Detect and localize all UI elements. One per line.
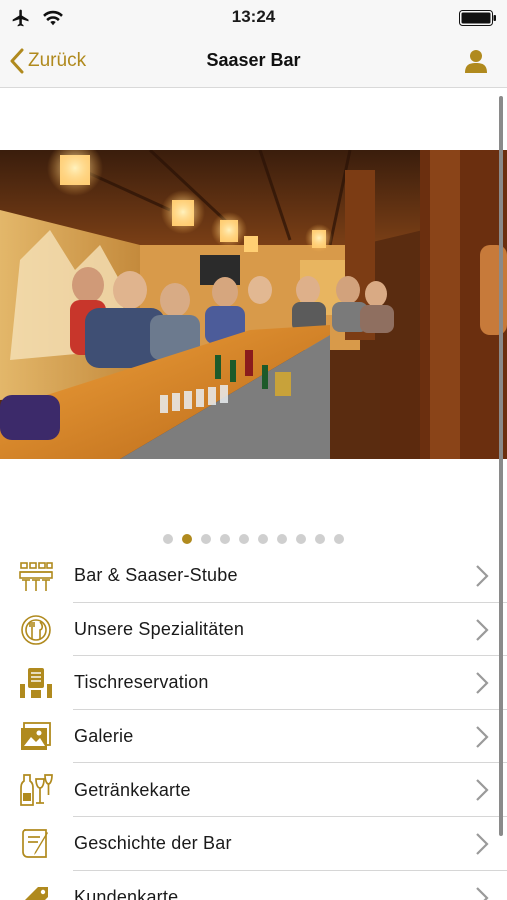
user-profile-icon[interactable] xyxy=(463,48,489,74)
menu-item-geschichte-der-bar[interactable]: Geschichte der Bar xyxy=(0,817,507,871)
menu-list: Bar & Saaser-Stube Unsere Spezialitäten … xyxy=(0,549,507,900)
menu-item-label: Getränkekarte xyxy=(74,779,191,800)
carousel-page-dot[interactable] xyxy=(182,534,192,544)
chevron-right-icon xyxy=(476,726,489,748)
chevron-right-icon xyxy=(476,618,489,641)
page-title: Saaser Bar xyxy=(206,50,301,70)
navigation-bar: Zurück Saaser Bar xyxy=(0,36,507,88)
carousel-page-dot[interactable] xyxy=(296,534,306,544)
gallery-icon xyxy=(21,721,51,750)
menu-item-unsere-spezialitaeten[interactable]: Unsere Spezialitäten xyxy=(0,603,507,657)
carousel-page-dot[interactable] xyxy=(315,534,325,544)
bar-stools-icon xyxy=(19,562,53,591)
drinks-icon xyxy=(20,774,53,807)
carousel-page-dot[interactable] xyxy=(334,534,344,544)
menu-item-label: Bar & Saaser-Stube xyxy=(74,565,238,586)
carousel-page-indicator xyxy=(0,534,507,546)
carousel-page-dot[interactable] xyxy=(220,534,230,544)
chevron-right-icon xyxy=(476,833,489,855)
menu-item-label: Unsere Spezialitäten xyxy=(74,618,245,639)
plate-cutlery-icon xyxy=(21,614,51,645)
carousel-page-dot[interactable] xyxy=(258,534,268,544)
carousel-page-dot[interactable] xyxy=(277,534,287,544)
menu-item-galerie[interactable]: Galerie xyxy=(0,710,507,764)
menu-item-kundenkarte[interactable]: Kundenkarte xyxy=(0,871,507,900)
menu-item-label: Geschichte der Bar xyxy=(74,833,232,854)
customer-card-tag-icon xyxy=(24,886,48,900)
menu-item-label: Galerie xyxy=(74,726,134,747)
carousel-page-dot[interactable] xyxy=(239,534,249,544)
chevron-right-icon xyxy=(476,565,489,587)
chevron-right-icon xyxy=(476,672,489,694)
chevron-right-icon xyxy=(476,886,489,900)
status-bar: 13:24 xyxy=(0,0,507,36)
reservation-icon xyxy=(20,668,52,699)
history-scroll-icon xyxy=(22,829,48,858)
status-time: 13:24 xyxy=(231,7,276,26)
menu-item-label: Tischreservation xyxy=(74,672,209,693)
carousel-page-dot[interactable] xyxy=(201,534,211,544)
carousel-photo[interactable] xyxy=(0,150,507,459)
vertical-scrollbar[interactable] xyxy=(499,96,503,836)
menu-item-tischreservation[interactable]: Tischreservation xyxy=(0,656,507,710)
menu-item-getraenkekarte[interactable]: Getränkekarte xyxy=(0,763,507,817)
chevron-right-icon xyxy=(476,779,489,802)
menu-item-label: Kundenkarte xyxy=(74,886,179,900)
carousel-page-dot[interactable] xyxy=(163,534,173,544)
menu-item-bar-saaser-stube[interactable]: Bar & Saaser-Stube xyxy=(0,549,507,603)
battery-icon xyxy=(459,10,496,26)
